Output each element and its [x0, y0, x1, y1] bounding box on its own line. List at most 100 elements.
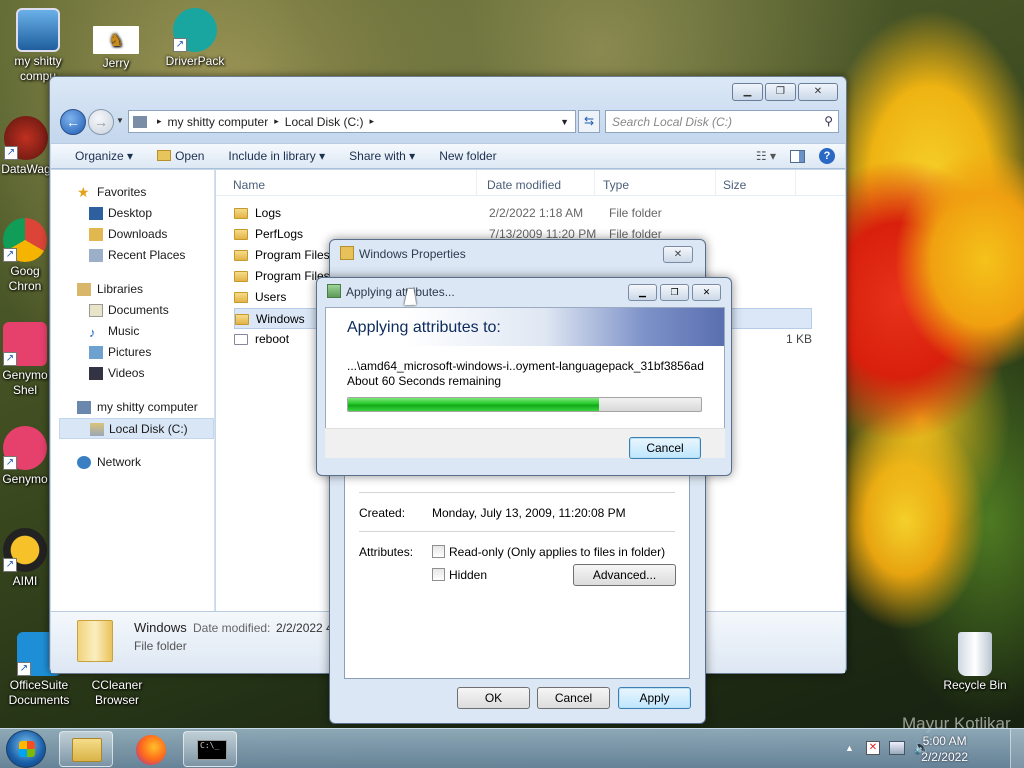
view-options-icon[interactable]: ☷ ▾: [756, 149, 776, 163]
search-input[interactable]: Search Local Disk (C:) ⚲: [605, 110, 839, 133]
help-icon[interactable]: ?: [819, 148, 835, 164]
nav-videos[interactable]: Videos: [51, 363, 214, 384]
maximize-button[interactable]: ❐: [660, 284, 689, 301]
folder-icon: [234, 292, 248, 303]
nav-libraries[interactable]: Libraries: [51, 279, 214, 300]
desktop-icon-recycle-bin[interactable]: Recycle Bin: [933, 632, 1017, 693]
start-button[interactable]: [6, 730, 46, 768]
cancel-button[interactable]: Cancel: [537, 687, 610, 709]
nav-computer[interactable]: my shitty computer: [51, 397, 214, 418]
network-tray-icon[interactable]: [889, 741, 905, 755]
desktop-icon-driverpack[interactable]: ↗ DriverPack: [153, 8, 237, 69]
divider: [359, 492, 675, 493]
attributes-label: Attributes:: [359, 545, 414, 559]
preview-pane-icon[interactable]: [790, 149, 805, 163]
share-with-button[interactable]: Share with ▾: [337, 149, 427, 163]
nav-network[interactable]: Network: [51, 452, 214, 473]
file-date: 2/2/2022 1:18 AM: [489, 206, 584, 220]
column-date-modified[interactable]: Date modified: [477, 170, 595, 195]
attributes-icon: [327, 284, 341, 298]
nav-downloads[interactable]: Downloads: [51, 224, 214, 245]
pictures-icon: [89, 346, 103, 359]
forward-button[interactable]: →: [88, 109, 114, 135]
recent-pages-dropdown[interactable]: ▼: [116, 116, 124, 125]
desktop-icon-label: CCleaner Browser: [91, 678, 143, 707]
explorer-icon: [72, 738, 102, 762]
action-center-icon[interactable]: ✕: [866, 741, 880, 755]
folder-icon: [234, 250, 248, 261]
nav-desktop[interactable]: Desktop: [51, 203, 214, 224]
address-dropdown-icon[interactable]: ▼: [560, 117, 569, 127]
taskbar-cmd[interactable]: C:\_: [183, 731, 237, 767]
column-name[interactable]: Name: [216, 170, 477, 195]
firefox-icon: [136, 735, 166, 765]
nav-local-disk[interactable]: Local Disk (C:): [59, 418, 214, 439]
column-headers: Name Date modified Type Size: [216, 170, 845, 196]
file-name: Windows: [256, 312, 305, 326]
readonly-checkbox[interactable]: [432, 545, 445, 558]
advanced-button[interactable]: Advanced...: [573, 564, 676, 586]
desktop-icon-jerry[interactable]: ♞ Jerry: [74, 10, 158, 71]
window-controls: ▁ ❐ ✕: [628, 284, 721, 301]
taskbar-firefox[interactable]: [124, 731, 178, 767]
nav-favorites[interactable]: ★ Favorites: [51, 182, 214, 203]
address-bar[interactable]: ▸ my shitty computer ▸ Local Disk (C:) ▸…: [128, 110, 576, 133]
dialog-title: Applying attributes...: [346, 285, 455, 299]
shortcut-arrow-icon: ↗: [173, 38, 187, 52]
details-name: Windows: [134, 620, 187, 635]
cancel-button[interactable]: Cancel: [629, 437, 701, 459]
breadcrumb-computer[interactable]: my shitty computer: [168, 115, 269, 129]
refresh-button[interactable]: ⇆: [578, 110, 600, 133]
nav-music[interactable]: ♪ Music: [51, 321, 214, 342]
nav-label: my shitty computer: [97, 400, 198, 414]
desktop-icon-computer[interactable]: my shitty compu: [0, 8, 80, 84]
file-name: Users: [255, 290, 287, 304]
folder-icon: [235, 314, 249, 325]
taskbar-explorer[interactable]: [59, 731, 113, 767]
hidden-label: Hidden: [449, 568, 488, 582]
folder-icon: [77, 620, 113, 662]
ok-button[interactable]: OK: [457, 687, 530, 709]
nav-pictures[interactable]: Pictures: [51, 342, 214, 363]
music-icon: ♪: [89, 325, 96, 340]
nav-documents[interactable]: Documents: [51, 300, 214, 321]
apply-button[interactable]: Apply: [618, 687, 691, 709]
include-in-library-button[interactable]: Include in library ▾: [216, 149, 337, 163]
desktop-icon: [89, 207, 103, 220]
header-banner: Applying attributes to:: [326, 308, 724, 346]
close-button[interactable]: ✕: [798, 83, 838, 101]
new-folder-button[interactable]: New folder: [427, 149, 508, 163]
column-size[interactable]: Size: [716, 170, 796, 195]
desktop-icon-genymotion[interactable]: ↗ Genymo: [0, 426, 50, 487]
applying-attributes-dialog: Applying attributes... ▁ ❐ ✕ Applying at…: [316, 277, 732, 476]
back-button[interactable]: ←: [60, 109, 86, 135]
desktop-icon-genymotion-shell[interactable]: ↗ Genymo Shel: [0, 322, 50, 398]
open-label: Open: [175, 149, 205, 163]
shortcut-arrow-icon: ↗: [3, 558, 17, 572]
desktop-icon-datawag[interactable]: ↗ DataWag: [0, 116, 56, 177]
nav-label: Pictures: [108, 345, 152, 359]
breadcrumb-local-disk[interactable]: Local Disk (C:): [285, 115, 364, 129]
desktop-icon-aimp[interactable]: ↗ AIMI: [0, 528, 50, 589]
recent-places-icon: [89, 249, 103, 262]
shortcut-arrow-icon: ↗: [3, 456, 17, 470]
file-type: File folder: [609, 206, 662, 220]
show-desktop-button[interactable]: [1010, 729, 1024, 768]
close-button[interactable]: ✕: [663, 246, 693, 263]
column-type[interactable]: Type: [595, 170, 716, 195]
desktop-icon-label: DriverPack: [165, 54, 225, 68]
hidden-checkbox[interactable]: [432, 568, 445, 581]
close-button[interactable]: ✕: [692, 284, 721, 301]
details-date-label: Date modified:: [193, 621, 271, 635]
minimize-button[interactable]: ▁: [732, 83, 763, 101]
organize-button[interactable]: Organize ▾: [51, 149, 145, 163]
show-hidden-icons-icon[interactable]: ▲: [845, 743, 854, 753]
minimize-button[interactable]: ▁: [628, 284, 657, 301]
clock[interactable]: 5:00 AM 2/2/2022: [921, 733, 968, 765]
desktop-icon-chrome[interactable]: ↗ Goog Chron: [0, 218, 50, 294]
open-button[interactable]: Open: [145, 149, 216, 163]
maximize-button[interactable]: ❐: [765, 83, 796, 101]
nav-recent-places[interactable]: Recent Places: [51, 245, 214, 266]
taskbar: C:\_ ▲ ✕ 🔈 5:00 AM 2/2/2022: [0, 728, 1024, 768]
file-row[interactable]: Logs 2/2/2022 1:18 AM File folder: [234, 203, 812, 224]
